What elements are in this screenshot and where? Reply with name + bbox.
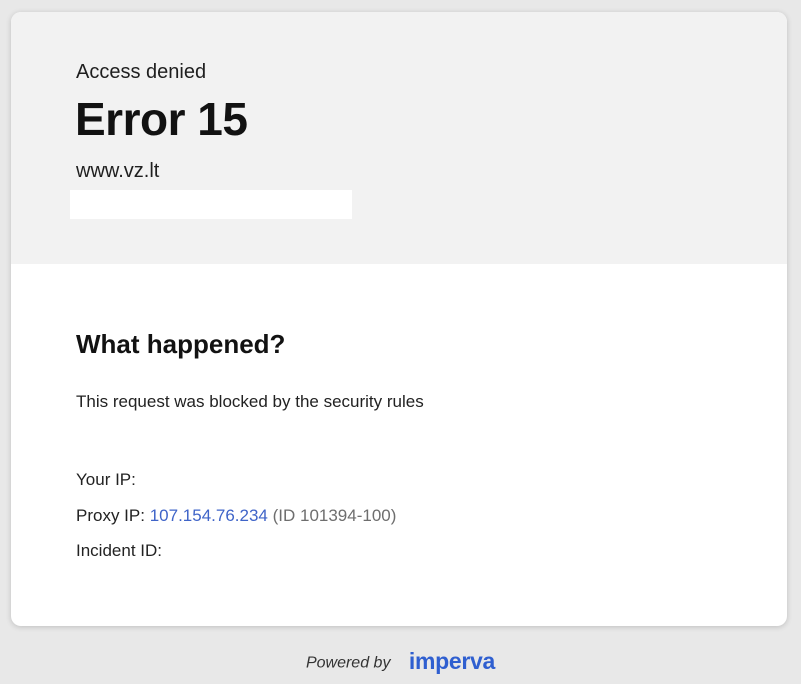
proxy-ip-link[interactable]: 107.154.76.234 xyxy=(150,506,268,525)
redacted-area xyxy=(70,190,352,219)
imperva-logo: imperva xyxy=(408,648,496,674)
your-ip-row: Your IP: xyxy=(76,470,136,490)
proxy-ip-label: Proxy IP: xyxy=(76,506,145,525)
footer: Powered by imperva xyxy=(0,648,801,677)
your-ip-label: Your IP: xyxy=(76,470,136,489)
proxy-ip-row: Proxy IP: 107.154.76.234 (ID 101394-100) xyxy=(76,506,396,526)
domain-text: www.vz.lt xyxy=(76,160,160,182)
error-code-title: Error 15 xyxy=(75,93,248,145)
error-card: Access denied Error 15 www.vz.lt What ha… xyxy=(11,12,787,626)
error-header-panel: Access denied Error 15 www.vz.lt xyxy=(11,12,787,264)
proxy-id-text: (ID 101394-100) xyxy=(272,506,397,525)
status-text: Access denied xyxy=(76,61,207,83)
block-description: This request was blocked by the security… xyxy=(76,392,424,411)
incident-id-label: Incident ID: xyxy=(76,541,162,560)
powered-by-text: Powered by xyxy=(305,654,391,672)
incident-id-row: Incident ID: xyxy=(76,541,162,561)
what-happened-heading: What happened? xyxy=(76,329,286,359)
